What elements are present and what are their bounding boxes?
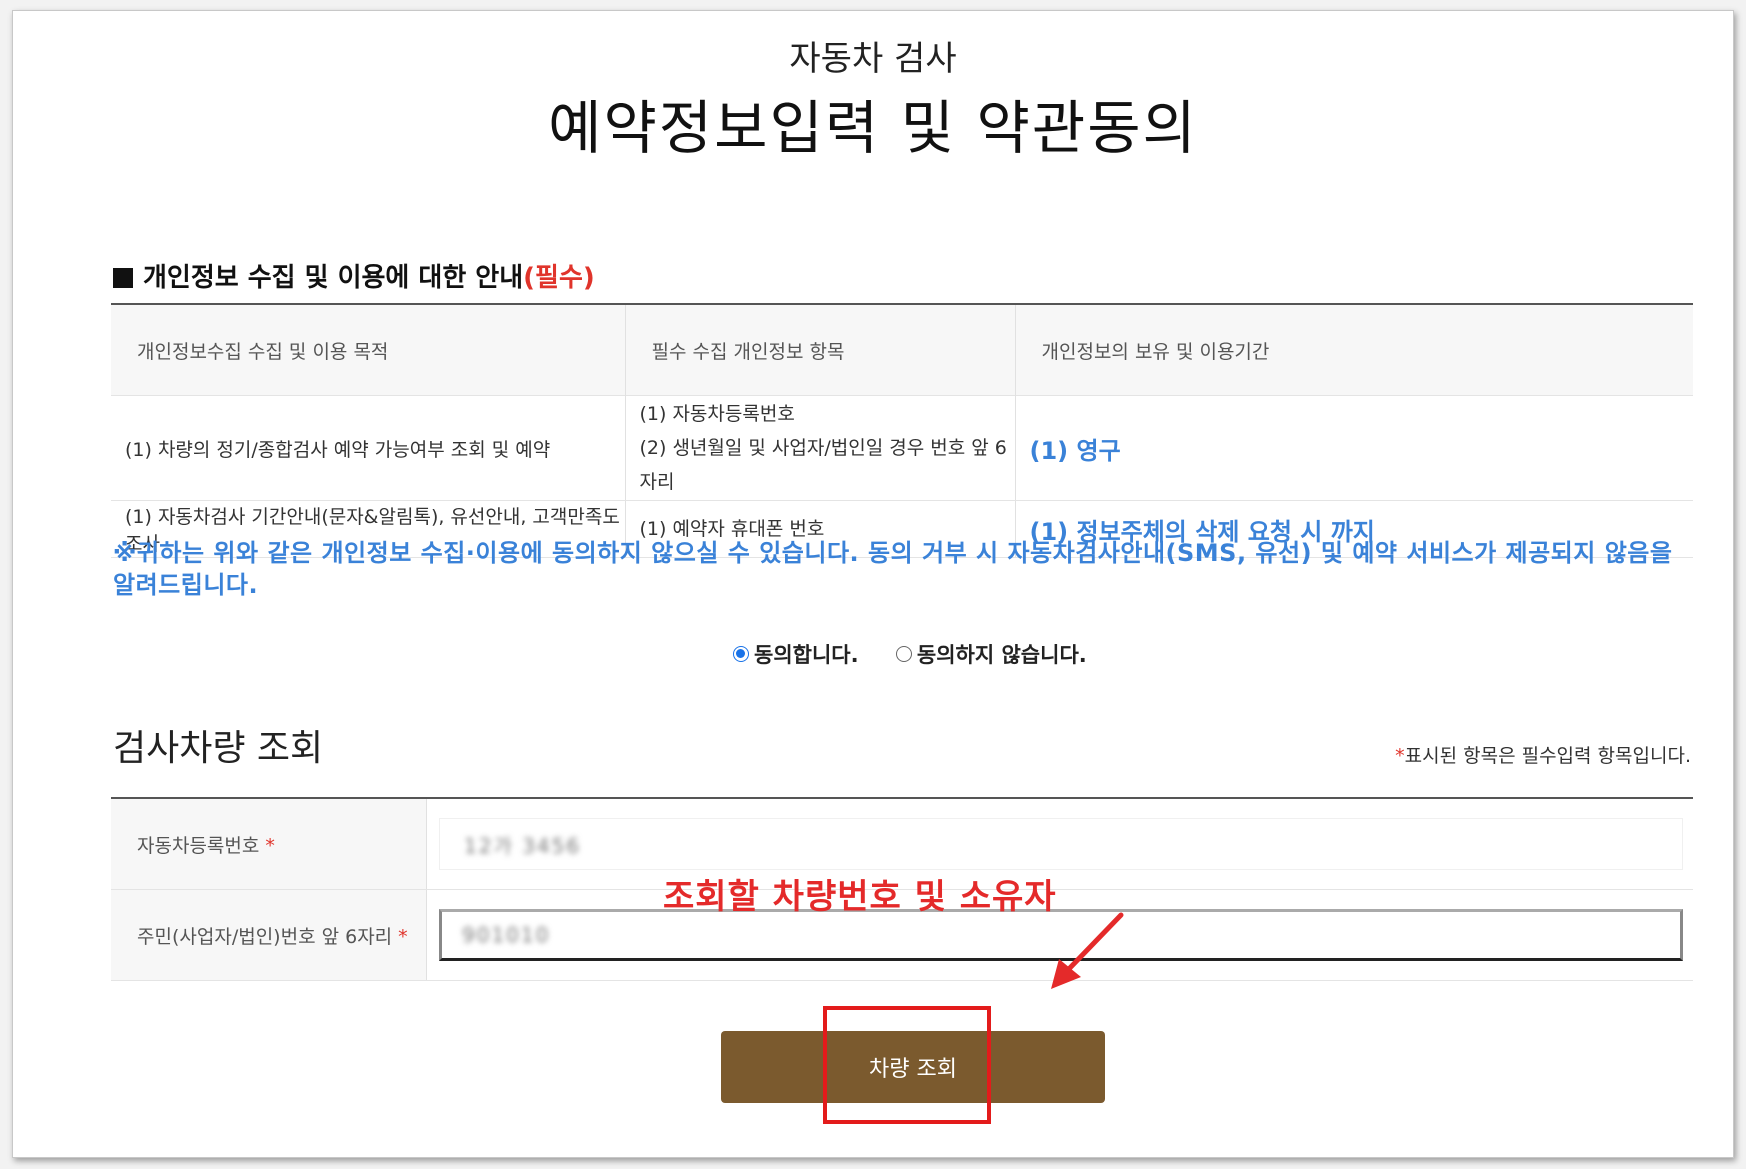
required-star: * — [1395, 745, 1405, 767]
required-star: * — [265, 834, 275, 857]
consent-notice: ※귀하는 위와 같은 개인정보 수집·이용에 동의하지 않으실 수 있습니다. … — [113, 539, 1673, 599]
lookup-section-title: 검사차량 조회 — [113, 728, 324, 769]
required-note-text: 표시된 항목은 필수입력 항목입니다. — [1404, 745, 1691, 767]
disagree-radio[interactable]: 동의하지 않습니다. — [895, 639, 1087, 669]
square-bullet-icon — [113, 268, 133, 288]
radio-checked-icon[interactable] — [733, 646, 749, 662]
id-number-label: 주민(사업자/법인)번호 앞 6자리 — [137, 925, 393, 948]
vehicle-lookup-button[interactable]: 차량 조회 — [721, 1031, 1105, 1103]
page-title: 예약정보입력 및 약관동의 — [548, 94, 1198, 162]
required-fields-note: *표시된 항목은 필수입력 항목입니다. — [1395, 741, 1691, 768]
privacy-table: 개인정보수집 수집 및 이용 목적 필수 수집 개인정보 항목 개인정보의 보유… — [111, 303, 1693, 558]
item-line: (1) 자동차등록번호 — [639, 403, 795, 425]
radio-unchecked-icon[interactable] — [895, 646, 912, 662]
required-tag: (필수) — [523, 263, 595, 293]
item-line: (2) 생년월일 및 사업자/법인일 경우 번호 앞 6자리 — [639, 437, 1007, 493]
annotation-text: 조회할 차량번호 및 소유자 — [663, 877, 1057, 917]
table-row: (1) 차량의 정기/종합검사 예약 가능여부 조회 및 예약 (1) 자동차등… — [111, 395, 1693, 501]
id-number-value: 901010 — [462, 923, 551, 947]
agree-label: 동의합니다. — [754, 643, 859, 667]
consent-radio-group: 동의합니다. 동의하지 않습니다. — [733, 639, 1117, 669]
car-number-value: 12가 3456 — [464, 833, 582, 858]
annotation-arrow-icon — [1051, 912, 1124, 989]
privacy-heading-text: 개인정보 수집 및 이용에 대한 안내 — [143, 263, 524, 293]
purpose-cell: (1) 차량의 정기/종합검사 예약 가능여부 조회 및 예약 — [111, 395, 626, 501]
disagree-label: 동의하지 않습니다. — [916, 643, 1087, 667]
column-header-items: 필수 수집 개인정보 항목 — [625, 303, 1016, 396]
period-cell: (1) 영구 — [1015, 395, 1693, 501]
field-cell: 12가 3456 — [426, 797, 1693, 890]
agree-radio[interactable]: 동의합니다. — [733, 639, 859, 669]
privacy-section-heading: 개인정보 수집 및 이용에 대한 안내(필수) — [113, 257, 595, 294]
car-number-label: 자동차등록번호 — [137, 834, 260, 857]
page-subtitle: 자동차 검사 — [789, 39, 957, 79]
column-header-period: 개인정보의 보유 및 이용기간 — [1015, 303, 1693, 396]
field-label: 주민(사업자/법인)번호 앞 6자리 * — [111, 889, 427, 981]
column-header-purpose: 개인정보수집 수집 및 이용 목적 — [111, 303, 626, 396]
field-label: 자동차등록번호 * — [111, 797, 427, 890]
items-cell: (1) 자동차등록번호 (2) 생년월일 및 사업자/법인일 경우 번호 앞 6… — [625, 395, 1016, 501]
car-number-input[interactable]: 12가 3456 — [439, 818, 1683, 870]
page-frame: 자동차 검사 예약정보입력 및 약관동의 개인정보 수집 및 이용에 대한 안내… — [12, 10, 1734, 1158]
required-star: * — [398, 925, 408, 948]
